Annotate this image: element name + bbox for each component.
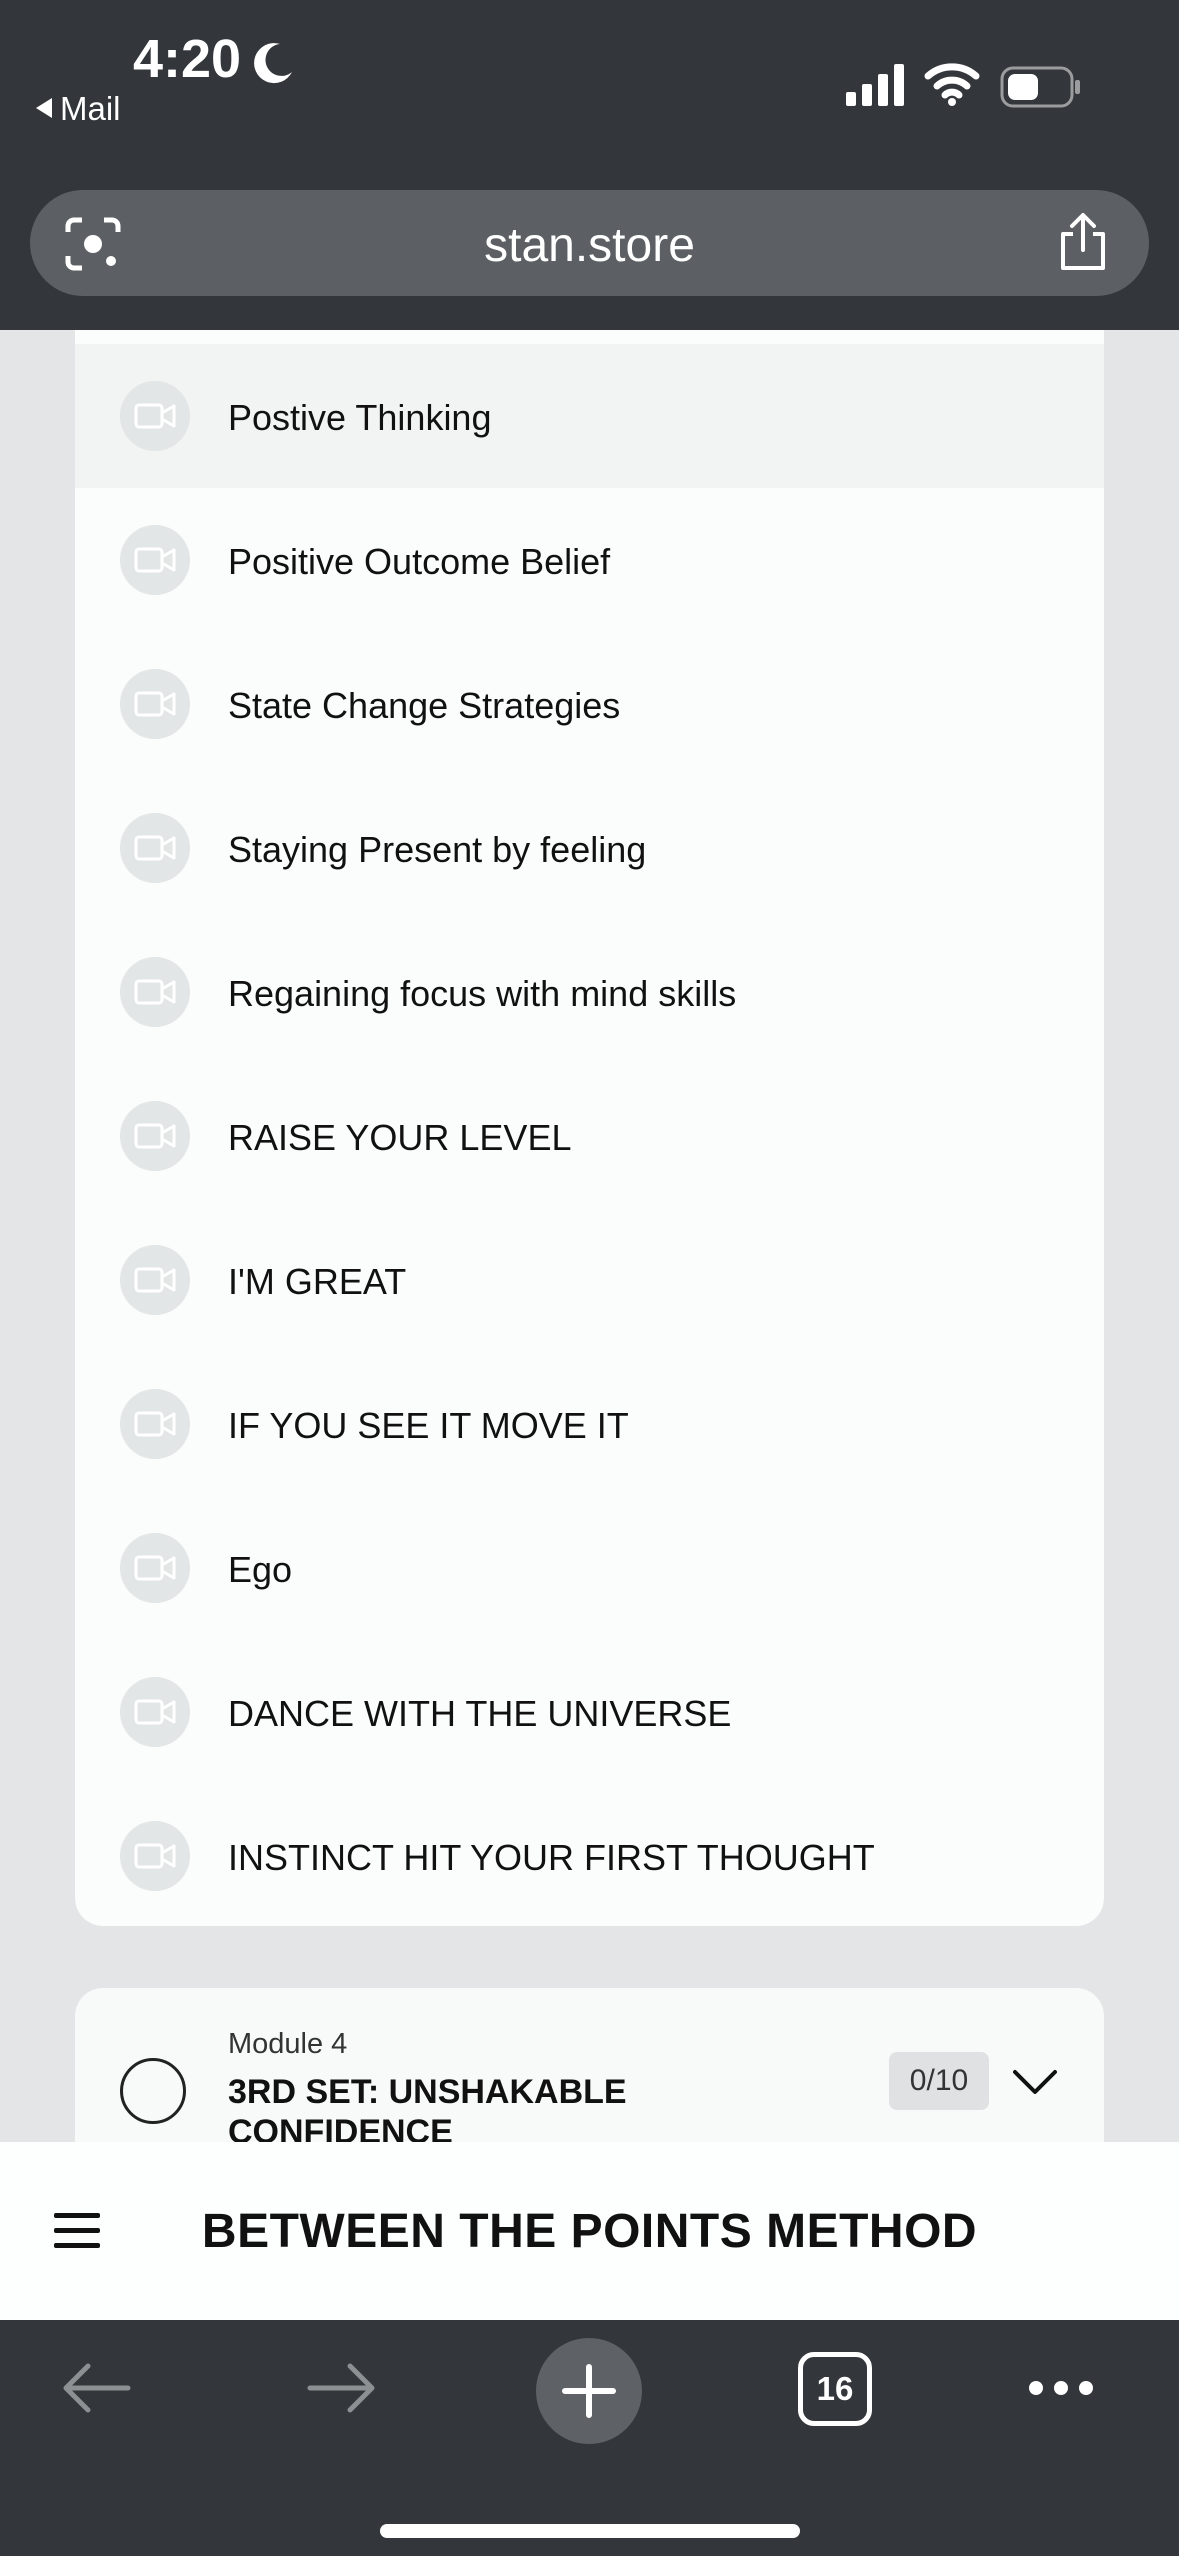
video-camera-icon	[120, 1101, 190, 1171]
chevron-down-icon[interactable]	[1011, 2062, 1059, 2100]
lesson-title: Positive Outcome Belief	[228, 541, 611, 582]
back-to-app-link[interactable]: Mail	[36, 90, 121, 128]
video-camera-icon	[120, 957, 190, 1027]
video-camera-icon	[120, 1821, 190, 1891]
browser-toolbar: 16	[0, 2320, 1179, 2556]
lesson-item[interactable]: Positive Outcome Belief	[75, 488, 1104, 632]
lesson-item[interactable]: INSTINCT HIT YOUR FIRST THOUGHT	[75, 1784, 1104, 1926]
lesson-item[interactable]: Postive Thinking	[75, 344, 1104, 488]
video-camera-icon	[120, 1245, 190, 1315]
module-number: Module 4	[228, 2028, 348, 2060]
back-arrow-icon[interactable]	[60, 2362, 132, 2414]
address-bar[interactable]: stan.store	[30, 190, 1149, 296]
status-time: 4:20	[133, 29, 242, 89]
lesson-item[interactable]: RAISE YOUR LEVEL	[75, 1064, 1104, 1208]
new-tab-button[interactable]	[536, 2338, 642, 2444]
video-camera-icon	[120, 669, 190, 739]
video-camera-icon	[120, 813, 190, 883]
lesson-title: INSTINCT HIT YOUR FIRST THOUGHT	[228, 1837, 875, 1878]
module-title: 3RD SET: UNSHAKABLE CONFIDENCE	[228, 2073, 627, 2142]
lesson-title: Regaining focus with mind skills	[228, 973, 737, 1014]
lesson-title: State Change Strategies	[228, 685, 621, 726]
module-progress-badge: 0/10	[889, 2052, 989, 2110]
page-content: Postive Thinking Positive Outcome Belief S…	[0, 330, 1179, 2142]
battery-icon	[1000, 66, 1080, 108]
video-camera-icon	[120, 1677, 190, 1747]
lesson-list-card: Postive Thinking Positive Outcome Belief S…	[75, 330, 1104, 1926]
lesson-title: RAISE YOUR LEVEL	[228, 1117, 572, 1158]
lesson-title: IF YOU SEE IT MOVE IT	[228, 1405, 629, 1446]
url-text: stan.store	[484, 219, 695, 272]
lesson-title: Postive Thinking	[228, 397, 492, 438]
lesson-item[interactable]: I'M GREAT	[75, 1208, 1104, 1352]
lesson-item[interactable]: Ego	[75, 1496, 1104, 1640]
home-indicator[interactable]	[380, 2524, 800, 2538]
module-card[interactable]: Module 4 3RD SET: UNSHAKABLE CONFIDENCE …	[75, 1988, 1104, 2142]
moon-icon	[254, 43, 292, 84]
cellular-signal-icon	[846, 64, 904, 106]
lesson-title: I'M GREAT	[228, 1261, 407, 1302]
lesson-item[interactable]: Regaining focus with mind skills	[75, 920, 1104, 1064]
lesson-item[interactable]: DANCE WITH THE UNIVERSE	[75, 1640, 1104, 1784]
lesson-title: Staying Present by feeling	[228, 829, 647, 870]
more-options-icon[interactable]	[1026, 2376, 1096, 2400]
browser-top-bar: stan.store	[0, 180, 1179, 330]
site-title: BETWEEN THE POINTS METHOD	[201, 2205, 978, 2258]
video-camera-icon	[120, 381, 190, 451]
lesson-item[interactable]: State Change Strategies	[75, 632, 1104, 776]
video-camera-icon	[120, 1533, 190, 1603]
lesson-title: DANCE WITH THE UNIVERSE	[228, 1693, 732, 1734]
site-header: BETWEEN THE POINTS METHOD	[0, 2142, 1179, 2320]
status-bar: 4:20 Mail	[0, 0, 1179, 180]
video-camera-icon	[120, 525, 190, 595]
forward-arrow-icon[interactable]	[306, 2362, 378, 2414]
video-camera-icon	[120, 1389, 190, 1459]
wifi-icon	[924, 63, 980, 106]
module-complete-circle-icon[interactable]	[120, 2058, 186, 2124]
share-icon[interactable]	[1057, 212, 1109, 272]
tab-switcher-button[interactable]: 16	[798, 2352, 872, 2426]
lesson-item[interactable]: IF YOU SEE IT MOVE IT	[75, 1352, 1104, 1496]
back-triangle-icon	[36, 98, 52, 119]
lesson-item[interactable]: Staying Present by feeling	[75, 776, 1104, 920]
plus-icon	[562, 2364, 616, 2418]
lesson-title: Ego	[228, 1549, 293, 1590]
